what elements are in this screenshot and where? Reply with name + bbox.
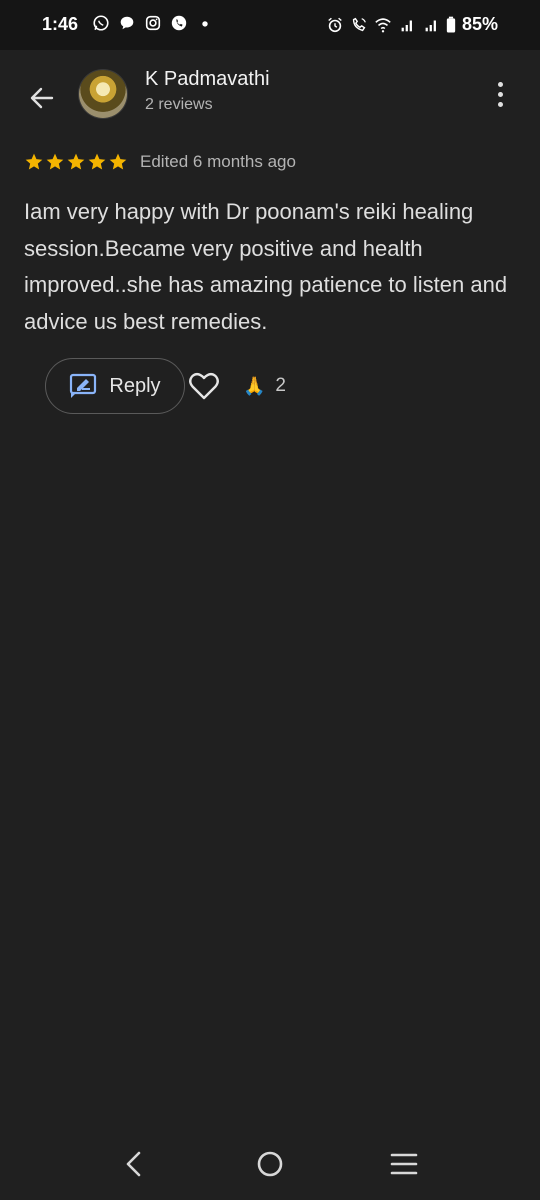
like-button[interactable] <box>187 369 221 403</box>
more-options-button[interactable] <box>490 76 510 112</box>
system-navigation-bar <box>0 1130 540 1200</box>
reply-button[interactable]: Reply <box>45 358 185 414</box>
signal-icon <box>425 20 436 31</box>
review-actions: Reply 🙏 2 <box>45 358 286 414</box>
nav-back-button[interactable] <box>114 1144 154 1184</box>
chat-bubble-icon <box>120 16 134 30</box>
system-status-icons: 85% <box>326 14 498 35</box>
reviewer-name[interactable]: K Padmavathi <box>145 68 270 91</box>
nav-home-icon <box>257 1151 283 1177</box>
nav-home-button[interactable] <box>250 1144 290 1184</box>
review-header: K Padmavathi 2 reviews <box>0 50 540 140</box>
reaction-emoji: 🙏 <box>243 375 266 396</box>
reply-label: Reply <box>109 374 161 397</box>
nav-back-icon <box>126 1151 141 1177</box>
nav-recents-icon <box>390 1153 418 1175</box>
rating-row: Edited 6 months ago <box>24 152 296 172</box>
instagram-icon <box>145 15 161 31</box>
star-icon <box>67 153 85 170</box>
star-icon <box>109 153 127 170</box>
more-vert-dot <box>497 91 503 97</box>
wifi-call-icon <box>352 17 366 31</box>
more-vert-dot <box>497 101 503 107</box>
more-vert-icon <box>497 81 503 87</box>
avatar[interactable] <box>79 70 127 118</box>
signal-icon <box>401 20 412 31</box>
notification-icons <box>92 14 214 32</box>
star-icon <box>46 153 64 170</box>
alarm-icon <box>328 17 342 32</box>
review-text: Iam very happy with Dr poonam's reiki he… <box>24 199 508 334</box>
heart-icon <box>189 372 219 400</box>
battery-percent: 85% <box>461 14 498 34</box>
reaction-count: 2 <box>275 375 286 396</box>
reply-icon <box>70 373 97 398</box>
nav-recents-button[interactable] <box>384 1144 424 1184</box>
wifi-icon <box>375 17 391 32</box>
battery-icon <box>446 16 456 32</box>
status-time: 1:46 <box>42 14 79 34</box>
reviewer-review-count: 2 reviews <box>145 96 213 113</box>
star-icon <box>25 153 43 170</box>
dot-icon <box>202 21 208 27</box>
back-arrow-icon <box>30 87 54 109</box>
back-button[interactable] <box>24 80 60 116</box>
edited-timestamp: Edited 6 months ago <box>140 152 296 171</box>
star-icon <box>88 153 106 170</box>
viber-icon <box>171 15 187 31</box>
status-bar: 1:46 85% <box>0 0 540 50</box>
reaction-chip[interactable]: 🙏 2 <box>243 375 286 397</box>
star-rating <box>24 152 128 172</box>
whatsapp-icon <box>93 15 109 31</box>
